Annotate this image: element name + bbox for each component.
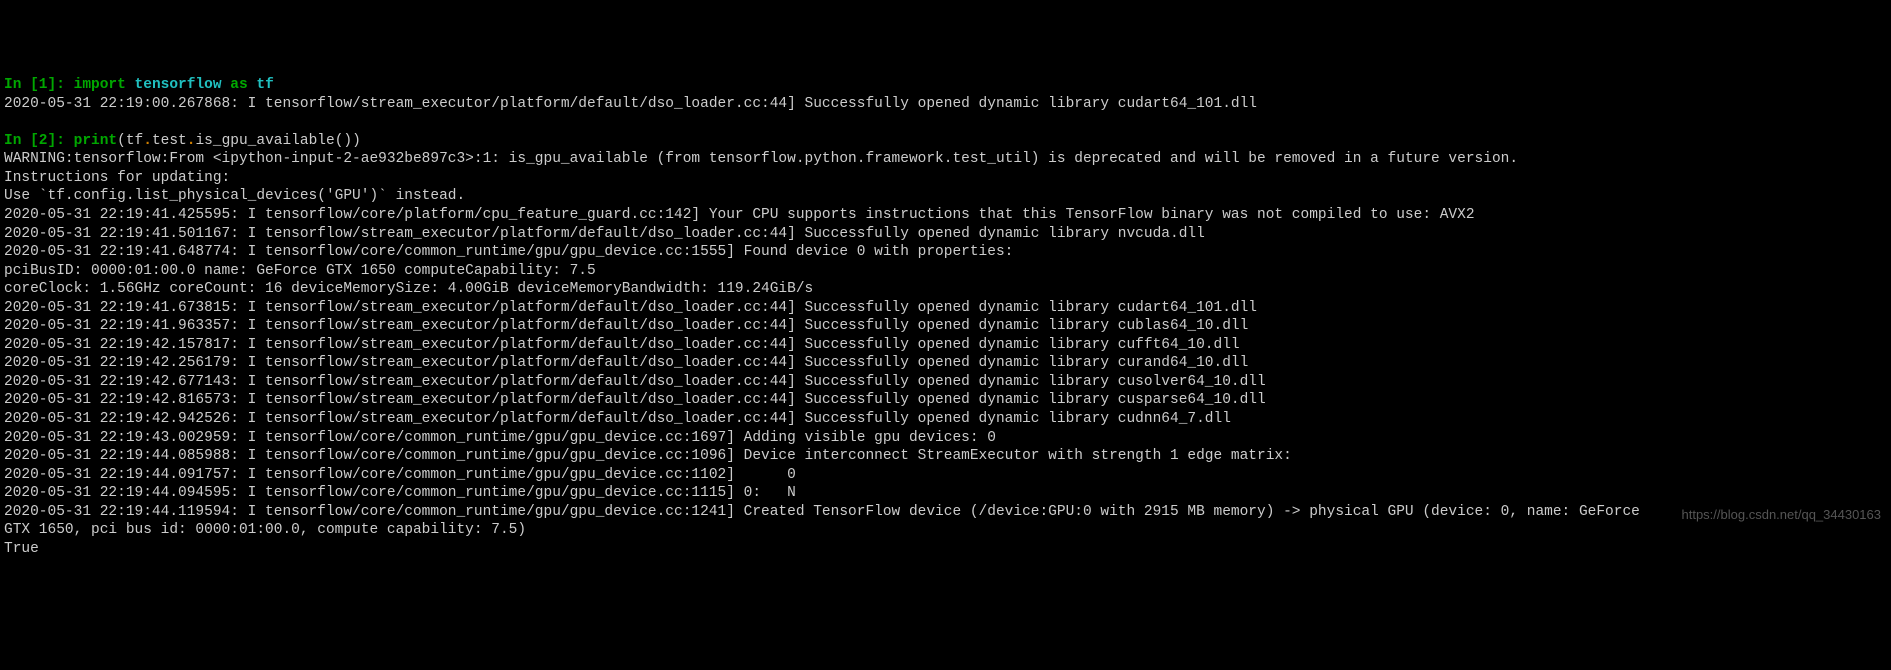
terminal-line: 2020-05-31 22:19:44.094595: I tensorflow…: [4, 484, 1887, 503]
terminal-line: pciBusID: 0000:01:00.0 name: GeForce GTX…: [4, 262, 1887, 281]
terminal-text-segment: test: [152, 133, 187, 149]
terminal-line: 2020-05-31 22:19:42.157817: I tensorflow…: [4, 336, 1887, 355]
terminal-text-segment: 2020-05-31 22:19:42.256179: I tensorflow…: [4, 355, 1248, 371]
terminal-line: 2020-05-31 22:19:41.425595: I tensorflow…: [4, 206, 1887, 225]
terminal-text-segment: coreClock: 1.56GHz coreCount: 16 deviceM…: [4, 281, 813, 297]
terminal-text-segment: 2020-05-31 22:19:41.673815: I tensorflow…: [4, 300, 1257, 316]
terminal-text-segment: .: [143, 133, 152, 149]
terminal-line: 2020-05-31 22:19:43.002959: I tensorflow…: [4, 429, 1887, 448]
terminal-text-segment: 2020-05-31 22:19:00.267868: I tensorflow…: [4, 96, 1257, 112]
terminal-text-segment: In [2]:: [4, 133, 74, 149]
terminal-line: 2020-05-31 22:19:42.942526: I tensorflow…: [4, 410, 1887, 429]
terminal-text-segment: 2020-05-31 22:19:42.677143: I tensorflow…: [4, 374, 1266, 390]
watermark: https://blog.csdn.net/qq_34430163: [1682, 507, 1882, 524]
terminal-text-segment: 2020-05-31 22:19:41.501167: I tensorflow…: [4, 226, 1205, 242]
terminal-output: In [1]: import tensorflow as tf2020-05-3…: [4, 76, 1887, 558]
terminal-line: 2020-05-31 22:19:42.677143: I tensorflow…: [4, 373, 1887, 392]
terminal-line: coreClock: 1.56GHz coreCount: 16 deviceM…: [4, 280, 1887, 299]
terminal-line: 2020-05-31 22:19:41.673815: I tensorflow…: [4, 299, 1887, 318]
terminal-text-segment: pciBusID: 0000:01:00.0 name: GeForce GTX…: [4, 263, 596, 279]
terminal-text-segment: WARNING:tensorflow:From <ipython-input-2…: [4, 151, 1518, 167]
terminal-line: 2020-05-31 22:19:42.256179: I tensorflow…: [4, 354, 1887, 373]
terminal-line: True: [4, 540, 1887, 559]
terminal-line: In [1]: import tensorflow as tf: [4, 76, 1887, 95]
terminal-text-segment: as: [230, 77, 256, 93]
terminal-text-segment: 2020-05-31 22:19:43.002959: I tensorflow…: [4, 430, 996, 446]
terminal-text-segment: 2020-05-31 22:19:44.091757: I tensorflow…: [4, 467, 796, 483]
terminal-line: 2020-05-31 22:19:41.648774: I tensorflow…: [4, 243, 1887, 262]
terminal-text-segment: 2020-05-31 22:19:44.085988: I tensorflow…: [4, 448, 1292, 464]
terminal-text-segment: 2020-05-31 22:19:42.816573: I tensorflow…: [4, 392, 1266, 408]
terminal-text-segment: 2020-05-31 22:19:42.942526: I tensorflow…: [4, 411, 1231, 427]
terminal-text-segment: tensorflow: [135, 77, 231, 93]
terminal-line: 2020-05-31 22:19:42.816573: I tensorflow…: [4, 391, 1887, 410]
terminal-line: 2020-05-31 22:19:44.119594: I tensorflow…: [4, 503, 1887, 522]
terminal-text-segment: is_gpu_available()): [195, 133, 360, 149]
terminal-text-segment: 2020-05-31 22:19:41.963357: I tensorflow…: [4, 318, 1248, 334]
terminal-text-segment: 2020-05-31 22:19:42.157817: I tensorflow…: [4, 337, 1240, 353]
terminal-text-segment: print: [74, 133, 118, 149]
terminal-line: [4, 113, 1887, 132]
terminal-text-segment: GTX 1650, pci bus id: 0000:01:00.0, comp…: [4, 522, 526, 538]
terminal-text-segment: (tf: [117, 133, 143, 149]
terminal-text-segment: Instructions for updating:: [4, 170, 230, 186]
terminal-text-segment: tf: [256, 77, 273, 93]
terminal-line: 2020-05-31 22:19:41.501167: I tensorflow…: [4, 225, 1887, 244]
terminal-line: 2020-05-31 22:19:00.267868: I tensorflow…: [4, 95, 1887, 114]
terminal-text-segment: 2020-05-31 22:19:44.119594: I tensorflow…: [4, 504, 1640, 520]
terminal-line: 2020-05-31 22:19:41.963357: I tensorflow…: [4, 317, 1887, 336]
terminal-text-segment: import: [74, 77, 135, 93]
terminal-text-segment: Use `tf.config.list_physical_devices('GP…: [4, 188, 465, 204]
terminal-text-segment: In [1]:: [4, 77, 74, 93]
terminal-line: Instructions for updating:: [4, 169, 1887, 188]
terminal-line: 2020-05-31 22:19:44.085988: I tensorflow…: [4, 447, 1887, 466]
terminal-line: Use `tf.config.list_physical_devices('GP…: [4, 187, 1887, 206]
terminal-line: In [2]: print(tf.test.is_gpu_available()…: [4, 132, 1887, 151]
terminal-text-segment: 2020-05-31 22:19:44.094595: I tensorflow…: [4, 485, 796, 501]
terminal-text-segment: True: [4, 541, 39, 557]
terminal-line: 2020-05-31 22:19:44.091757: I tensorflow…: [4, 466, 1887, 485]
terminal-text-segment: 2020-05-31 22:19:41.648774: I tensorflow…: [4, 244, 1013, 260]
terminal-line: GTX 1650, pci bus id: 0000:01:00.0, comp…: [4, 521, 1887, 540]
terminal-line: WARNING:tensorflow:From <ipython-input-2…: [4, 150, 1887, 169]
terminal-text-segment: 2020-05-31 22:19:41.425595: I tensorflow…: [4, 207, 1475, 223]
